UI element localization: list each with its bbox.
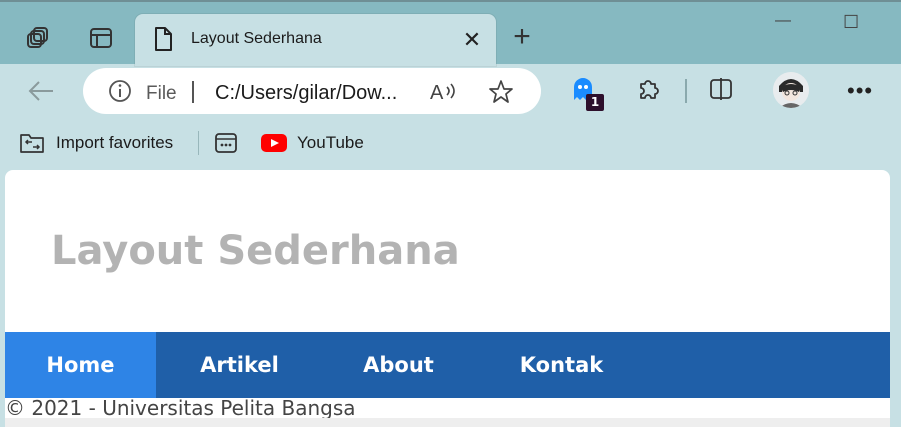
close-tab-icon[interactable]: ✕ xyxy=(459,27,485,53)
info-icon[interactable] xyxy=(108,79,132,108)
import-favorites-icon xyxy=(19,130,45,159)
new-tab-button[interactable]: + xyxy=(508,22,536,52)
maximize-button[interactable]: ☐ xyxy=(843,12,859,33)
browser-toolbar: File C:/Users/gilar/Dow... A 1 ••• xyxy=(0,64,901,120)
page-viewport: Layout Sederhana Home Artikel About Kont… xyxy=(5,170,890,427)
svg-text:A: A xyxy=(430,82,444,103)
horizontal-scrollbar[interactable] xyxy=(5,418,890,427)
extensions-puzzle-icon[interactable] xyxy=(636,76,662,107)
nav-about[interactable]: About xyxy=(323,332,474,398)
workspaces-icon[interactable] xyxy=(23,23,53,53)
youtube-icon xyxy=(261,134,287,157)
favorites-separator xyxy=(198,131,199,155)
more-menu-button[interactable]: ••• xyxy=(847,78,873,104)
address-separator xyxy=(192,81,194,103)
nav-home[interactable]: Home xyxy=(5,332,156,398)
profile-avatar[interactable] xyxy=(773,72,809,108)
page-title: Layout Sederhana xyxy=(51,228,460,274)
extension-badge: 1 xyxy=(586,94,604,111)
back-arrow-icon[interactable] xyxy=(26,76,56,106)
address-bar[interactable]: File C:/Users/gilar/Dow... A xyxy=(83,68,541,114)
favorites-bar: Import favorites YouTube xyxy=(0,120,901,168)
url-text[interactable]: C:/Users/gilar/Dow... xyxy=(215,82,397,105)
minimize-button[interactable]: — xyxy=(775,12,791,30)
tab-actions-icon[interactable] xyxy=(86,23,116,53)
tab-strip: Layout Sederhana ✕ + — ☐ xyxy=(0,2,901,66)
page-icon xyxy=(153,27,173,56)
read-aloud-icon[interactable]: A xyxy=(430,79,458,108)
tab-active[interactable]: Layout Sederhana ✕ xyxy=(135,14,496,66)
scheme-label: File xyxy=(146,83,177,104)
nav-artikel[interactable]: Artikel xyxy=(156,332,323,398)
nav-kontak[interactable]: Kontak xyxy=(474,332,649,398)
favorite-star-icon[interactable] xyxy=(488,79,514,110)
split-screen-icon[interactable] xyxy=(708,76,734,107)
tab-title: Layout Sederhana xyxy=(191,30,322,47)
main-navigation: Home Artikel About Kontak xyxy=(5,332,890,398)
fav-youtube[interactable]: YouTube xyxy=(297,133,364,153)
toolbar-separator xyxy=(685,79,687,103)
fav-import-favorites[interactable]: Import favorites xyxy=(56,133,173,153)
apps-icon[interactable] xyxy=(214,131,238,160)
